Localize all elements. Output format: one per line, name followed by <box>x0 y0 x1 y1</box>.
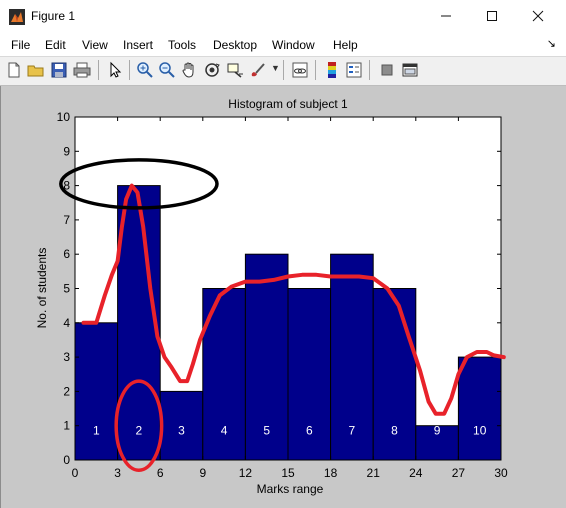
open-file-icon[interactable] <box>27 61 45 79</box>
print-icon[interactable] <box>73 61 91 79</box>
zoom-out-icon[interactable] <box>158 61 176 79</box>
y-tick-label: 9 <box>63 144 70 158</box>
x-tick-label: 6 <box>157 466 164 480</box>
menu-window[interactable]: Window <box>272 38 315 52</box>
toolbar-separator <box>315 60 316 80</box>
matlab-logo-icon <box>9 9 25 25</box>
maximize-button[interactable] <box>469 0 515 32</box>
x-tick-label: 15 <box>281 466 295 480</box>
menu-help[interactable]: Help <box>333 38 358 52</box>
brush-dropdown-icon[interactable]: ▼ <box>271 63 280 73</box>
new-figure-icon[interactable] <box>5 61 23 79</box>
pointer-icon[interactable] <box>106 61 124 79</box>
toolbar-separator <box>369 60 370 80</box>
link-plot-icon[interactable] <box>291 61 309 79</box>
bar-number-label: 5 <box>263 423 270 437</box>
toolbar-separator <box>129 60 130 80</box>
minimize-icon <box>441 15 451 17</box>
bar-number-label: 6 <box>306 423 313 437</box>
bar-number-label: 10 <box>473 423 487 437</box>
save-icon[interactable] <box>50 61 68 79</box>
maximize-icon <box>487 11 497 21</box>
minimize-button[interactable] <box>423 0 469 32</box>
histogram-chart: 1 2 3 4 5 6 7 8 9 10 0123456789100 3 6 9 12 15 18 21 24 27… <box>35 97 508 496</box>
y-tick-label: 2 <box>63 384 70 398</box>
bar-number-label: 1 <box>93 423 100 437</box>
x-tick-label: 0 <box>72 466 79 480</box>
menu-edit[interactable]: Edit <box>45 38 66 52</box>
x-tick-label: 21 <box>367 466 381 480</box>
y-tick-label: 7 <box>63 213 70 227</box>
bar-number-label: 4 <box>221 423 228 437</box>
y-tick-label: 6 <box>63 247 70 261</box>
menu-tools[interactable]: Tools <box>168 38 196 52</box>
y-tick-label: 0 <box>63 453 70 467</box>
menu-insert[interactable]: Insert <box>123 38 153 52</box>
toolbar-separator <box>98 60 99 80</box>
x-tick-label: 30 <box>494 466 508 480</box>
bar-number-label: 3 <box>178 423 185 437</box>
x-tick-label: 24 <box>409 466 423 480</box>
brush-icon[interactable] <box>249 61 267 79</box>
histogram-bar <box>74 322 119 461</box>
y-tick-label: 10 <box>57 110 71 124</box>
x-axis-label: Marks range <box>257 482 324 496</box>
dock-arrow-icon[interactable]: ↘ <box>547 37 556 50</box>
y-tick-label: 1 <box>63 419 70 433</box>
y-tick-label: 3 <box>63 350 70 364</box>
title-bar: Figure 1 <box>0 0 566 34</box>
data-cursor-icon[interactable] <box>226 61 244 79</box>
y-tick-label: 5 <box>63 282 70 296</box>
zoom-in-icon[interactable] <box>136 61 154 79</box>
y-axis-label: No. of students <box>35 248 49 329</box>
bar-number-label: 2 <box>136 423 143 437</box>
x-tick-label: 18 <box>324 466 338 480</box>
menu-desktop[interactable]: Desktop <box>213 38 257 52</box>
y-tick-label: 4 <box>63 316 70 330</box>
histogram-bar <box>457 356 502 461</box>
rotate-3d-icon[interactable] <box>203 61 221 79</box>
x-tick-label: 3 <box>114 466 121 480</box>
bar-number-label: 9 <box>434 423 441 437</box>
toolbar-separator <box>283 60 284 80</box>
x-tick-label: 27 <box>452 466 466 480</box>
x-tick-label: 9 <box>199 466 206 480</box>
show-plot-tools-icon[interactable] <box>401 61 419 79</box>
window-title: Figure 1 <box>31 9 76 23</box>
close-button[interactable] <box>515 0 561 32</box>
menu-view[interactable]: View <box>82 38 108 52</box>
bar-number-label: 7 <box>349 423 356 437</box>
legend-icon[interactable] <box>345 61 363 79</box>
pan-icon[interactable] <box>180 61 198 79</box>
x-tick-label: 12 <box>239 466 253 480</box>
colorbar-icon[interactable] <box>323 61 341 79</box>
bar-number-label: 8 <box>391 423 398 437</box>
chart-title: Histogram of subject 1 <box>228 97 348 111</box>
hide-plot-tools-icon[interactable] <box>378 61 396 79</box>
menu-file[interactable]: File <box>11 38 30 52</box>
close-icon <box>532 10 544 22</box>
